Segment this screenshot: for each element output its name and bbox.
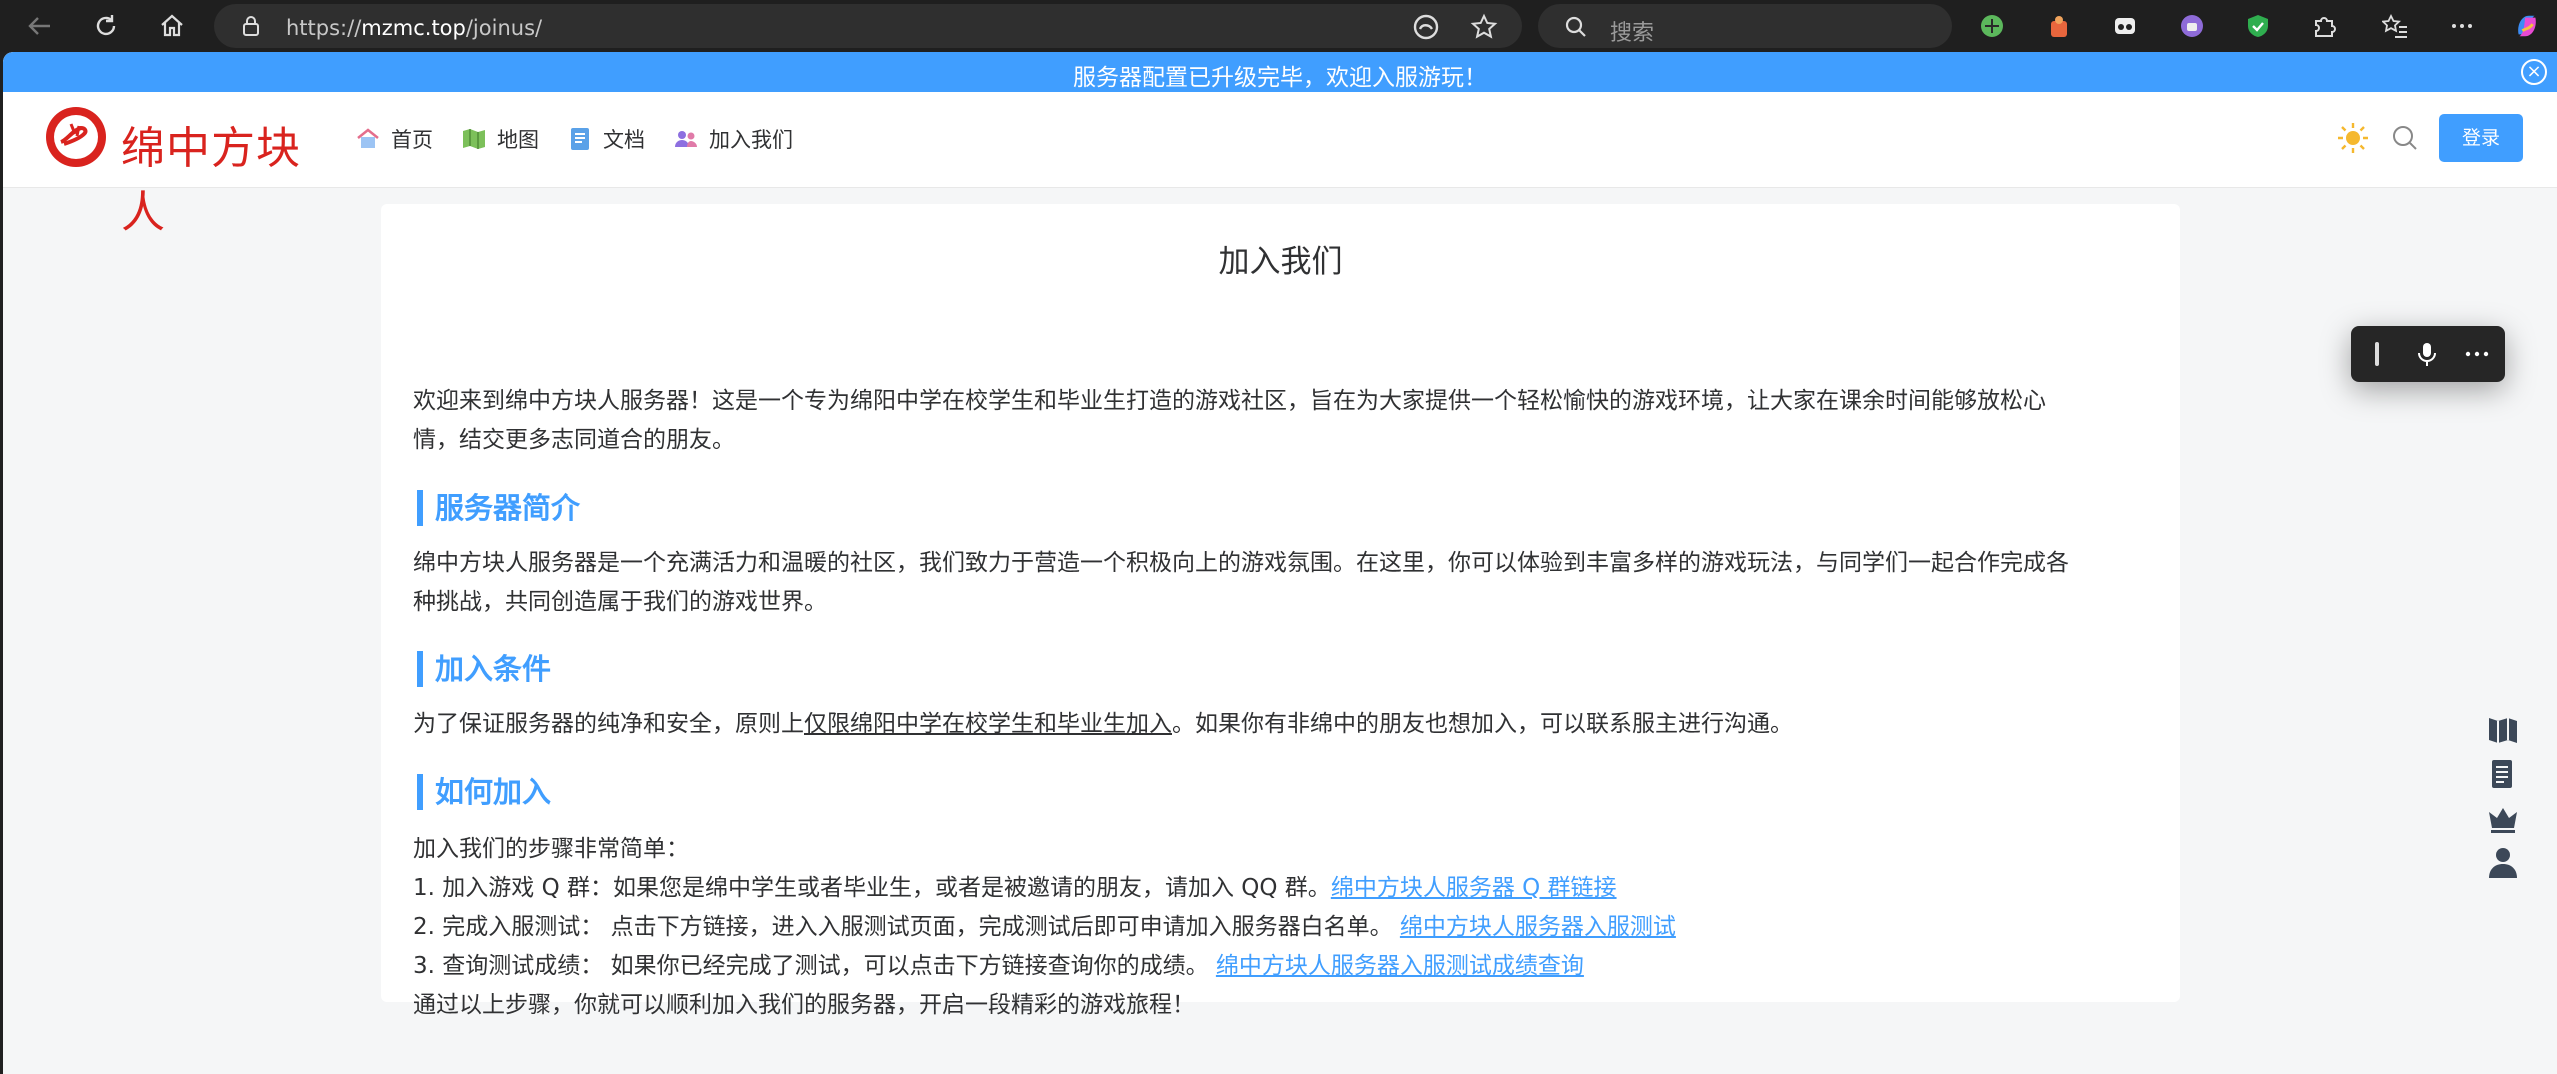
extension-green-icon[interactable] — [1978, 12, 2006, 40]
home-icon — [357, 128, 379, 148]
extension-mask-icon[interactable] — [2111, 12, 2139, 40]
nav-join[interactable]: 加入我们 — [673, 122, 793, 156]
browser-toolbar: https://mzmc.top/joinus/ 搜索 — [0, 0, 2557, 52]
section-heading-intro: 服务器简介 — [417, 488, 580, 528]
map-icon — [463, 129, 485, 149]
drag-handle-icon[interactable] — [2363, 340, 2391, 368]
document-list-icon[interactable] — [2485, 756, 2521, 792]
nav-join-label: 加入我们 — [709, 128, 793, 152]
nav-docs-label: 文档 — [603, 128, 645, 152]
home-button[interactable] — [154, 8, 190, 44]
copilot-icon[interactable] — [2513, 12, 2541, 40]
extension-orange-icon[interactable] — [2045, 12, 2073, 40]
page-viewport: 服务器配置已升级完毕，欢迎入服游玩！ × 绵中方块人 首页 地图 文档 加入我们… — [3, 52, 2557, 1074]
extension-purple-icon[interactable] — [2178, 12, 2206, 40]
microphone-icon[interactable] — [2413, 340, 2441, 368]
browser-search-box[interactable]: 搜索 — [1538, 4, 1952, 48]
document-icon — [571, 128, 589, 150]
more-options-icon[interactable] — [2463, 340, 2491, 368]
section-intro-paragraph: 绵中方块人服务器是一个充满活力和温暖的社区，我们致力于营造一个积极向上的游戏氛围… — [413, 544, 2153, 622]
lock-icon — [243, 16, 259, 36]
section-intro-line-1: 绵中方块人服务器是一个充满活力和温暖的社区，我们致力于营造一个积极向上的游戏氛围… — [413, 550, 2069, 576]
intro-line-2: 情，结交更多志同道合的朋友。 — [413, 427, 735, 453]
conditions-underlined: 仅限绵阳中学在校学生和毕业生加入 — [804, 711, 1172, 737]
step-3: 3. 查询测试成绩： 如果你已经完成了测试，可以点击下方链接查询你的成绩。 绵中… — [413, 947, 2153, 986]
search-icon — [1565, 16, 1586, 37]
site-logo[interactable]: 绵中方块人 — [43, 102, 331, 238]
outro-text: 通过以上步骤，你就可以顺利加入我们的服务器，开启一段精彩的游戏旅程！ — [413, 992, 1195, 1018]
more-menu-icon[interactable] — [2448, 12, 2476, 40]
reading-mode-icon[interactable] — [1412, 13, 1440, 41]
entry-test-link[interactable]: 绵中方块人服务器入服测试 — [1400, 914, 1676, 940]
content-card: 加入我们 欢迎来到绵中方块人服务器！这是一个专为绵阳中学在校学生和毕业生打造的游… — [381, 204, 2180, 1018]
step-2-text: 2. 完成入服测试： 点击下方链接，进入入服测试页面，完成测试后即可申请加入服务… — [413, 914, 1393, 940]
site-header: 绵中方块人 首页 地图 文档 加入我们 登录 — [3, 92, 2557, 238]
logo-text: 绵中方块人 — [121, 123, 301, 238]
book-open-icon[interactable] — [2485, 712, 2521, 748]
people-icon — [675, 131, 697, 147]
intro-paragraph: 欢迎来到绵中方块人服务器！这是一个专为绵阳中学在校学生和毕业生打造的游戏社区，旨… — [413, 382, 2153, 460]
back-button[interactable] — [22, 8, 58, 44]
page-title: 加入我们 — [1218, 244, 1343, 280]
user-profile-icon[interactable] — [2485, 844, 2521, 880]
step-2: 2. 完成入服测试： 点击下方链接，进入入服测试页面，完成测试后即可申请加入服务… — [413, 908, 2153, 947]
conditions-text-post: 。如果你有非绵中的朋友也想加入，可以联系服主进行沟通。 — [1172, 711, 1793, 737]
logo-emblem-icon — [46, 107, 106, 167]
url-text: https://mzmc.top/joinus/ — [286, 16, 543, 40]
announcement-close-button[interactable]: × — [2521, 59, 2547, 85]
announcement-bar: 服务器配置已升级完毕，欢迎入服游玩！ × — [3, 52, 2557, 92]
step-3-text: 3. 查询测试成绩： 如果你已经完成了测试，可以点击下方链接查询你的成绩。 — [413, 953, 1209, 979]
site-search-icon[interactable] — [2387, 120, 2423, 156]
crown-icon[interactable] — [2485, 800, 2521, 836]
section-heading-conditions: 加入条件 — [417, 649, 551, 689]
back-arrow-icon — [28, 17, 50, 35]
conditions-text-pre: 为了保证服务器的纯净和安全，原则上 — [413, 711, 804, 737]
step-1: 1. 加入游戏 Q 群：如果您是绵中学生或者毕业生，或者是被邀请的朋友，请加入 … — [413, 869, 2153, 908]
intro-line-1: 欢迎来到绵中方块人服务器！这是一个专为绵阳中学在校学生和毕业生打造的游戏社区，旨… — [413, 388, 2046, 414]
reload-icon — [96, 15, 116, 36]
test-score-link[interactable]: 绵中方块人服务器入服测试成绩查询 — [1216, 953, 1584, 979]
sun-theme-icon[interactable] — [2335, 120, 2371, 156]
favorites-list-icon[interactable] — [2381, 12, 2409, 40]
section-heading-how-to-join: 如何加入 — [417, 772, 551, 812]
section-intro-line-2: 种挑战，共同创造属于我们的游戏世界。 — [413, 589, 827, 615]
extensions-puzzle-icon[interactable] — [2310, 12, 2338, 40]
home-browser-icon — [161, 14, 183, 37]
announcement-text: 服务器配置已升级完毕，欢迎入服游玩！ — [1073, 65, 1487, 91]
side-quick-icons — [2473, 652, 2533, 892]
steps-intro: 加入我们的步骤非常简单： — [413, 836, 689, 862]
close-icon: × — [2526, 61, 2542, 82]
floating-voice-toolbar — [2351, 326, 2505, 382]
nav-docs[interactable]: 文档 — [567, 122, 645, 156]
nav-home[interactable]: 首页 — [355, 122, 433, 156]
address-bar[interactable]: https://mzmc.top/joinus/ — [214, 4, 1522, 48]
nav-home-label: 首页 — [391, 128, 433, 152]
login-button[interactable]: 登录 — [2439, 114, 2523, 162]
reload-button[interactable] — [88, 8, 124, 44]
nav-map[interactable]: 地图 — [461, 122, 539, 156]
conditions-paragraph: 为了保证服务器的纯净和安全，原则上仅限绵阳中学在校学生和毕业生加入。如果你有非绵… — [413, 705, 2153, 744]
search-placeholder: 搜索 — [1610, 21, 1655, 46]
favorite-star-icon[interactable] — [1470, 13, 1498, 41]
step-1-text: 1. 加入游戏 Q 群：如果您是绵中学生或者毕业生，或者是被邀请的朋友，请加入 … — [413, 875, 1331, 901]
nav-map-label: 地图 — [497, 128, 539, 152]
extension-shield-icon[interactable] — [2244, 12, 2272, 40]
qq-group-link[interactable]: 绵中方块人服务器 Q 群链接 — [1331, 875, 1617, 901]
steps-block: 加入我们的步骤非常简单： 1. 加入游戏 Q 群：如果您是绵中学生或者毕业生，或… — [413, 830, 2153, 1025]
